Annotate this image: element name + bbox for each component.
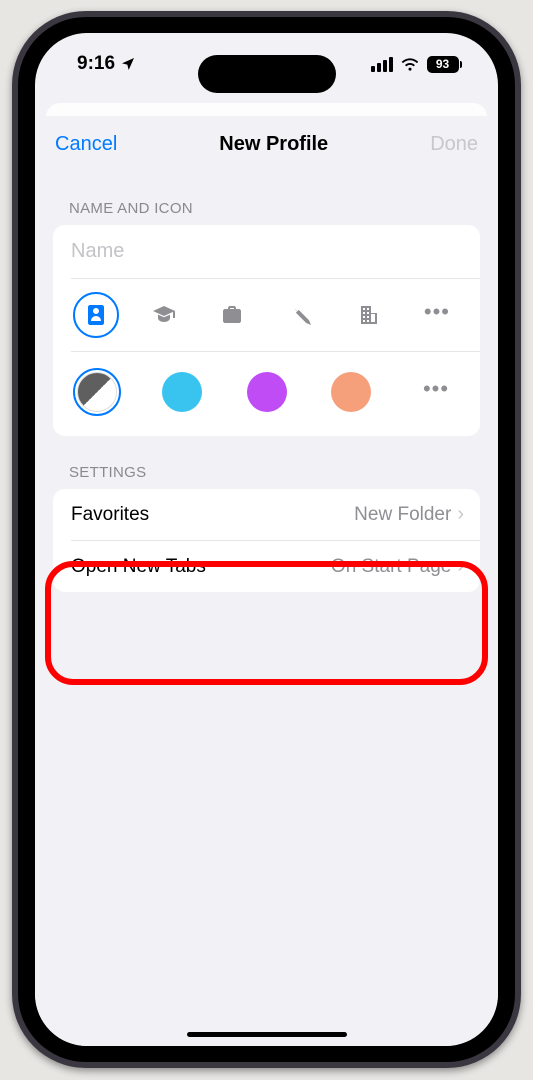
color-purple[interactable] — [243, 368, 291, 416]
wifi-icon — [400, 54, 420, 74]
color-orange[interactable] — [327, 368, 375, 416]
new-profile-sheet: Cancel New Profile Done NAME AND ICON — [35, 116, 498, 1046]
battery-icon: 93 — [427, 56, 463, 73]
building-icon[interactable] — [346, 292, 392, 338]
open-new-tabs-row[interactable]: Open New Tabs On Start Page › — [53, 541, 480, 592]
phone-frame: 9:16 93 — [12, 11, 521, 1068]
icon-picker-row: ••• — [53, 279, 480, 351]
name-icon-card: ••• ••• — [53, 225, 480, 436]
graduation-cap-icon[interactable] — [141, 292, 187, 338]
settings-card: Favorites New Folder › Open New Tabs On … — [53, 489, 480, 592]
status-bar: 9:16 93 — [35, 33, 498, 95]
color-blue[interactable] — [158, 368, 206, 416]
hammer-icon[interactable] — [278, 292, 324, 338]
more-colors-button[interactable]: ••• — [412, 368, 460, 416]
open-new-tabs-value: On Start Page — [331, 556, 451, 578]
name-and-icon-label: NAME AND ICON — [35, 172, 498, 225]
briefcase-icon[interactable] — [209, 292, 255, 338]
favorites-value: New Folder — [354, 504, 451, 526]
favorites-label: Favorites — [71, 504, 149, 526]
status-time: 9:16 — [77, 53, 115, 75]
cellular-signal-icon — [371, 57, 393, 72]
chevron-right-icon: › — [457, 503, 464, 526]
color-two-tone[interactable] — [73, 368, 121, 416]
location-arrow-icon — [120, 56, 136, 72]
badge-icon[interactable] — [73, 292, 119, 338]
open-new-tabs-label: Open New Tabs — [71, 556, 206, 578]
color-picker-row: ••• — [53, 352, 480, 436]
done-button[interactable]: Done — [430, 133, 478, 156]
more-icons-button[interactable]: ••• — [414, 292, 460, 338]
settings-label: SETTINGS — [35, 436, 498, 489]
chevron-right-icon: › — [457, 555, 464, 578]
favorites-row[interactable]: Favorites New Folder › — [53, 489, 480, 540]
profile-name-input[interactable] — [53, 225, 480, 278]
home-indicator[interactable] — [187, 1032, 347, 1037]
cancel-button[interactable]: Cancel — [55, 133, 117, 156]
sheet-title: New Profile — [219, 133, 328, 156]
